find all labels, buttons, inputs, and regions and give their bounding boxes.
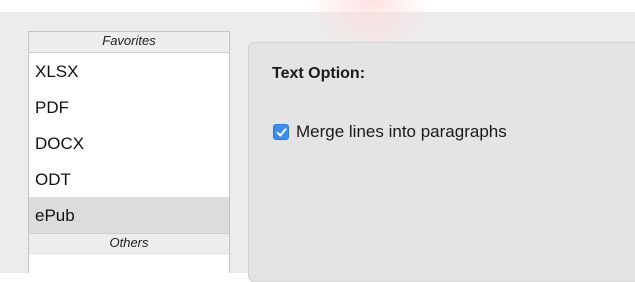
merge-lines-option[interactable]: Merge lines into paragraphs [273,122,507,142]
favorites-section-header: Favorites [29,32,229,53]
checkmark-icon [276,127,286,136]
merge-lines-label: Merge lines into paragraphs [296,122,507,141]
merge-lines-checkbox[interactable] [273,124,289,140]
format-item-epub[interactable]: ePub [29,197,229,233]
panel-title: Text Option: [272,65,366,82]
format-sidebar: Favorites XLSX PDF DOCX ODT ePub Others [28,31,230,273]
format-item-docx[interactable]: DOCX [29,125,229,161]
format-item-xlsx[interactable]: XLSX [29,53,229,89]
format-item-pdf[interactable]: PDF [29,89,229,125]
options-panel: Text Option: Merge lines into paragraphs [248,42,635,282]
others-section-header: Others [29,233,229,255]
format-list: XLSX PDF DOCX ODT ePub [29,53,229,233]
format-item-odt[interactable]: ODT [29,161,229,197]
